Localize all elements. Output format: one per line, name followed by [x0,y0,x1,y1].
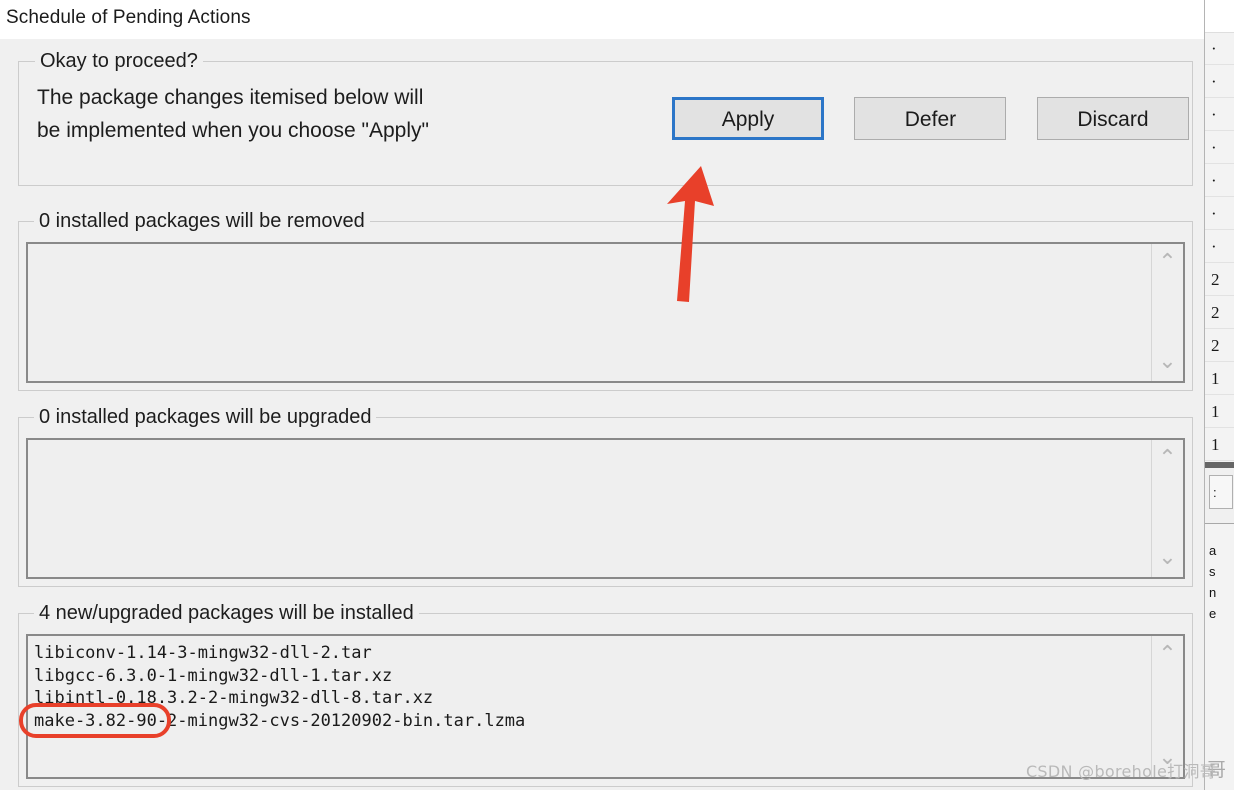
background-window-panel: : [1205,468,1234,524]
removed-packages-listbox[interactable]: ⌃ ⌄ [26,242,1185,383]
dialog-titlebar: Schedule of Pending Actions [0,0,1204,39]
table-row: 1 [1205,428,1234,461]
scroll-up-icon[interactable]: ⌃ [1152,642,1183,668]
background-text-line: s [1209,561,1234,582]
table-row: · [1205,65,1234,98]
dialog-button-row: Apply Defer Discard [672,97,1189,140]
installed-packages-legend: 4 new/upgraded packages will be installe… [34,601,419,625]
table-row: · [1205,197,1234,230]
installed-packages-group: 4 new/upgraded packages will be installe… [18,602,1193,787]
upgraded-packages-legend: 0 installed packages will be upgraded [34,405,376,429]
upgraded-packages-group: 0 installed packages will be upgraded ⌃ … [18,406,1193,587]
installed-packages-scrollbar[interactable]: ⌃ ⌄ [1151,636,1183,777]
installed-packages-listbox[interactable]: libiconv-1.14-3-mingw32-dll-2.tar libgcc… [26,634,1185,779]
scroll-down-icon[interactable]: ⌄ [1152,545,1183,571]
background-window-text: a s n e [1205,540,1234,624]
table-row: · [1205,230,1234,263]
schedule-of-pending-actions-dialog: Schedule of Pending Actions Okay to proc… [0,0,1204,790]
scroll-up-icon[interactable]: ⌃ [1152,446,1183,472]
removed-packages-scrollbar[interactable]: ⌃ ⌄ [1151,244,1183,381]
table-row: 2 [1205,296,1234,329]
table-row: · [1205,98,1234,131]
table-row: 2 [1205,263,1234,296]
scroll-up-icon[interactable]: ⌃ [1152,250,1183,276]
background-text-line: a [1209,540,1234,561]
dialog-client-area: Okay to proceed? The package changes ite… [0,39,1204,790]
defer-button[interactable]: Defer [854,97,1006,140]
watermark: CSDN @borehole打洞哥 [1026,758,1216,782]
discard-button[interactable]: Discard [1037,97,1189,140]
background-window-field: : [1209,475,1233,509]
table-row: 2 [1205,329,1234,362]
background-window-titlebar [1205,0,1234,33]
scroll-down-icon[interactable]: ⌄ [1152,349,1183,375]
table-row: · [1205,32,1234,65]
removed-packages-list [28,244,1151,381]
proceed-group: Okay to proceed? The package changes ite… [18,61,1193,186]
background-window: · · · · · · · 2 2 2 1 1 1 : a s n e 哥 [1204,0,1234,790]
removed-packages-group: 0 installed packages will be removed ⌃ ⌄ [18,210,1193,391]
table-row: · [1205,164,1234,197]
proceed-message: The package changes itemised below will … [37,81,429,147]
background-window-table: · · · · · · · 2 2 2 1 1 1 [1205,32,1234,461]
proceed-group-legend: Okay to proceed? [35,49,203,73]
removed-packages-legend: 0 installed packages will be removed [34,209,370,233]
table-row: 1 [1205,395,1234,428]
upgraded-packages-listbox[interactable]: ⌃ ⌄ [26,438,1185,579]
table-row: 1 [1205,362,1234,395]
page-title: Schedule of Pending Actions [6,7,251,29]
upgraded-packages-scrollbar[interactable]: ⌃ ⌄ [1151,440,1183,577]
installed-packages-list: libiconv-1.14-3-mingw32-dll-2.tar libgcc… [28,636,1151,777]
upgraded-packages-list [28,440,1151,577]
apply-button[interactable]: Apply [672,97,824,140]
background-text-line: n [1209,582,1234,603]
background-text-line: e [1209,603,1234,624]
table-row: · [1205,131,1234,164]
